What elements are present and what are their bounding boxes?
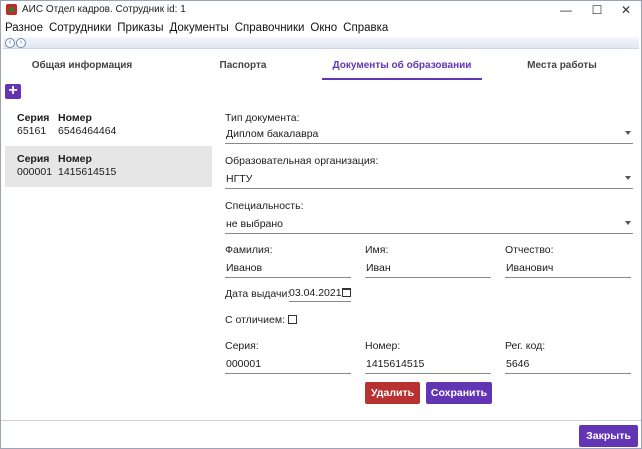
chevron-down-icon <box>625 221 631 225</box>
series-header: Серия <box>17 153 50 165</box>
menu-item-window[interactable]: Окно <box>310 22 337 34</box>
menu-bar: Разное Сотрудники Приказы Документы Спра… <box>1 19 641 37</box>
organization-label: Образовательная организация: <box>225 155 379 167</box>
app-logo-icon <box>6 4 17 15</box>
honors-checkbox[interactable] <box>288 315 297 324</box>
menu-item-references[interactable]: Справочники <box>235 22 305 34</box>
name-label: Имя: <box>365 244 389 256</box>
list-item[interactable]: Серия Номер 65161 6546464464 <box>5 105 212 146</box>
menu-item-help[interactable]: Справка <box>343 22 388 34</box>
series-label: Серия: <box>225 340 259 352</box>
organization-select[interactable]: НГТУ <box>225 169 633 189</box>
patronymic-field[interactable]: Иванович <box>505 258 631 278</box>
reg-code-field[interactable]: 5646 <box>505 354 631 374</box>
reg-code-label: Рег. код: <box>505 340 546 352</box>
close-window-button[interactable]: ✕ <box>611 1 641 19</box>
surname-field[interactable]: Иванов <box>225 258 351 278</box>
menu-item-misc[interactable]: Разное <box>5 22 43 34</box>
list-item-selected[interactable]: Серия Номер 000001 1415614515 <box>5 146 212 187</box>
menu-item-employees[interactable]: Сотрудники <box>49 22 111 34</box>
back-icon[interactable]: ‹ <box>5 38 15 48</box>
navigation-toolbar: ‹ › <box>3 37 639 49</box>
app-window: АИС Отдел кадров. Сотрудник id: 1 — ☐ ✕ … <box>0 0 642 449</box>
number-field[interactable]: 1415614515 <box>365 354 491 374</box>
issue-date-picker[interactable]: 03.04.2021 <box>289 286 351 302</box>
doc-type-select[interactable]: Диплом бакалавра <box>225 124 633 144</box>
specialty-select[interactable]: не выбрано <box>225 214 633 234</box>
forward-icon[interactable]: › <box>16 38 26 48</box>
minimize-button[interactable]: — <box>551 1 581 19</box>
doc-type-value: Диплом бакалавра <box>226 128 319 140</box>
specialty-value: не выбрано <box>226 218 284 230</box>
tab-education-documents[interactable]: Документы об образовании <box>322 53 482 81</box>
documents-list: Серия Номер 65161 6546464464 Серия Номер… <box>5 105 212 187</box>
chevron-down-icon <box>625 176 631 180</box>
active-tab-indicator <box>322 78 482 80</box>
delete-button[interactable]: Удалить <box>365 382 420 404</box>
tab-work-places[interactable]: Места работы <box>482 53 642 81</box>
chevron-down-icon <box>625 131 631 135</box>
title-bar: АИС Отдел кадров. Сотрудник id: 1 — ☐ ✕ <box>1 1 641 19</box>
honors-label: С отличием: <box>225 314 285 326</box>
save-button[interactable]: Сохранить <box>426 382 492 404</box>
organization-value: НГТУ <box>226 173 253 185</box>
patronymic-label: Отчество: <box>505 244 554 256</box>
number-header: Номер <box>58 112 92 124</box>
number-value: 1415614515 <box>58 166 117 178</box>
number-header: Номер <box>58 153 92 165</box>
name-field[interactable]: Иван <box>365 258 491 278</box>
issue-date-label: Дата выдачи: <box>225 288 291 300</box>
number-value: 6546464464 <box>58 125 117 137</box>
footer-divider <box>1 420 641 421</box>
series-value: 65161 <box>17 125 47 137</box>
series-value: 000001 <box>17 166 53 178</box>
series-header: Серия <box>17 112 50 124</box>
doc-type-label: Тип документа: <box>225 112 300 124</box>
specialty-label: Специальность: <box>225 200 304 212</box>
menu-item-documents[interactable]: Документы <box>169 22 228 34</box>
tab-passports[interactable]: Паспорта <box>163 53 323 81</box>
tab-general-info[interactable]: Общая информация <box>1 53 163 81</box>
calendar-icon[interactable] <box>342 288 351 297</box>
maximize-button[interactable]: ☐ <box>582 1 612 19</box>
tab-bar: Общая информация Паспорта Документы об о… <box>1 53 641 81</box>
number-label: Номер: <box>365 340 401 352</box>
close-button[interactable]: Закрыть <box>579 425 638 447</box>
menu-item-orders[interactable]: Приказы <box>117 22 163 34</box>
add-document-button[interactable]: + <box>5 83 21 99</box>
issue-date-value: 03.04.2021 <box>289 287 342 299</box>
series-field[interactable]: 000001 <box>225 354 351 374</box>
surname-label: Фамилия: <box>225 244 273 256</box>
window-title: АИС Отдел кадров. Сотрудник id: 1 <box>22 4 186 15</box>
